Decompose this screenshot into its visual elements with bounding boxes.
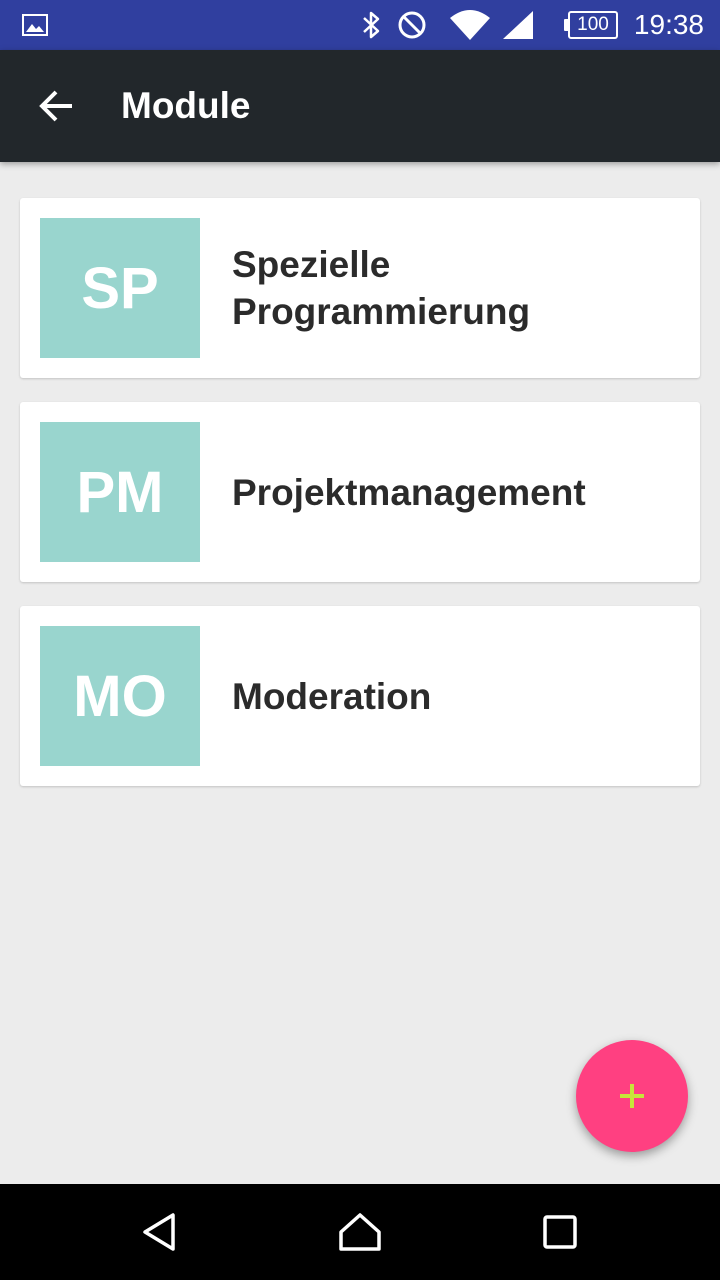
bluetooth-icon — [359, 0, 383, 50]
back-button[interactable] — [24, 76, 88, 136]
module-avatar: MO — [40, 626, 200, 766]
navigation-bar — [0, 1184, 720, 1280]
cell-signal-icon — [501, 0, 535, 50]
do-not-disturb-icon — [396, 0, 428, 50]
wifi-icon — [449, 0, 491, 50]
page-title: Module — [121, 85, 251, 126]
module-card-sp[interactable]: SP Spezielle Programmierung — [20, 198, 700, 378]
back-triangle-icon — [143, 1213, 175, 1251]
plus-icon — [620, 1084, 644, 1108]
battery-icon: 100 — [564, 11, 618, 39]
image-notification-icon — [22, 0, 48, 50]
module-title: Projektmanagement — [232, 471, 586, 513]
battery-level: 100 — [568, 11, 618, 39]
nav-recents-button[interactable] — [520, 1202, 600, 1262]
module-avatar: PM — [40, 422, 200, 562]
add-module-button[interactable] — [576, 1040, 688, 1152]
app-bar: Module — [0, 50, 720, 162]
recents-icon — [543, 1215, 577, 1249]
module-card-pm[interactable]: PM Projektmanagement — [20, 402, 700, 582]
module-card-mo[interactable]: MO Moderation — [20, 606, 700, 786]
home-icon — [339, 1213, 381, 1251]
nav-home-button[interactable] — [320, 1202, 400, 1262]
status-bar: 100 19:38 — [0, 0, 720, 50]
nav-back-button[interactable] — [120, 1202, 200, 1262]
module-title: Spezielle Programmierung — [232, 244, 531, 332]
clock: 19:38 — [633, 9, 704, 40]
module-avatar: SP — [40, 218, 200, 358]
arrow-back-icon — [39, 90, 72, 122]
module-title: Moderation — [232, 675, 432, 717]
